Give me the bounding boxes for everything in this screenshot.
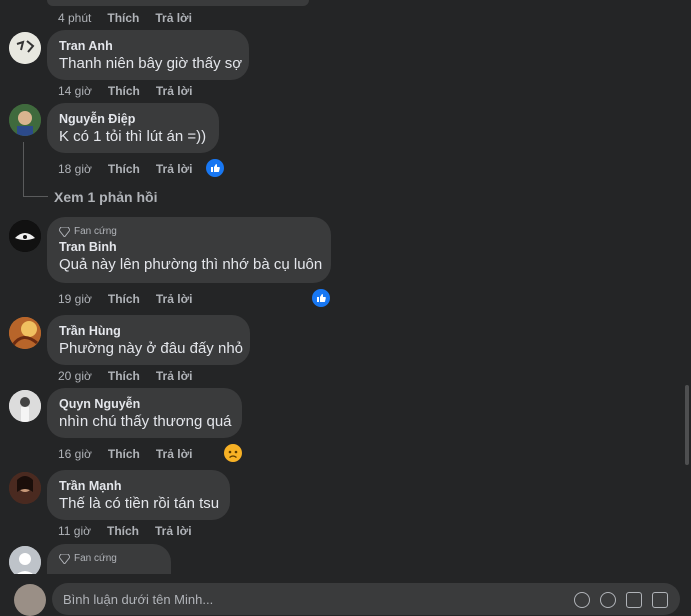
like-link[interactable]: Thích bbox=[108, 292, 140, 306]
comment-input[interactable]: Bình luận dưới tên Minh... bbox=[52, 583, 680, 615]
like-link[interactable]: Thích bbox=[108, 447, 140, 461]
reply-link[interactable]: Trả lời bbox=[156, 369, 193, 383]
sad-reaction-icon[interactable] bbox=[222, 442, 244, 464]
comment-actions: 4 phút Thích Trả lời bbox=[58, 11, 192, 25]
comment-actions: 20 giờ Thích Trả lời bbox=[58, 369, 192, 383]
comment-actions: 19 giờ Thích Trả lời bbox=[58, 292, 192, 306]
like-link[interactable]: Thích bbox=[107, 524, 139, 538]
like-reaction-icon[interactable] bbox=[310, 287, 332, 309]
like-link[interactable]: Thích bbox=[108, 84, 140, 98]
comment-bubble: Quyn Nguyễn nhìn chú thấy thương quá bbox=[47, 388, 242, 438]
fan-badge-label: Fan cứng bbox=[74, 553, 117, 564]
comment-text: Quả này lên phường thì nhớ bà cụ luôn bbox=[59, 256, 323, 273]
comment-bubble: Nguyễn Điệp K có 1 tỏi thì lút án =)) bbox=[47, 103, 219, 153]
comment-text: Thế là có tiền rồi tán tsu bbox=[59, 495, 220, 512]
sticker-icon[interactable] bbox=[652, 592, 668, 608]
view-replies-link[interactable]: Xem 1 phản hồi bbox=[54, 189, 157, 205]
avatar[interactable] bbox=[9, 472, 41, 504]
camera-icon[interactable] bbox=[600, 592, 616, 608]
comment-bubble: Fan cứng Tran Binh Quả này lên phường th… bbox=[47, 217, 331, 283]
comment-bubble: Fan cứng bbox=[47, 544, 171, 574]
avatar[interactable] bbox=[9, 32, 41, 64]
reply-link[interactable]: Trả lời bbox=[156, 447, 193, 461]
comment-bubble: Tran Anh Thanh niên bây giờ thấy sợ bbox=[47, 30, 249, 80]
comment-text: K có 1 tỏi thì lút án =)) bbox=[59, 128, 207, 145]
thread-line bbox=[23, 142, 24, 196]
fan-badge-label: Fan cứng bbox=[74, 226, 117, 237]
diamond-icon bbox=[59, 554, 70, 564]
avatar bbox=[14, 584, 46, 616]
comment-author[interactable]: Trần Hùng bbox=[59, 323, 238, 339]
thread-connector bbox=[23, 196, 48, 197]
avatar[interactable] bbox=[9, 104, 41, 136]
fan-badge: Fan cứng bbox=[59, 225, 319, 239]
comment-time[interactable]: 19 giờ bbox=[58, 292, 92, 306]
comment-author[interactable]: Tran Anh bbox=[59, 38, 237, 54]
comment-bubble bbox=[47, 0, 309, 6]
comment-author[interactable]: Trần Mạnh bbox=[59, 478, 218, 494]
comment-time[interactable]: 16 giờ bbox=[58, 447, 92, 461]
emoji-icon[interactable] bbox=[574, 592, 590, 608]
comment-text: nhìn chú thấy thương quá bbox=[59, 413, 232, 430]
comment-time[interactable]: 20 giờ bbox=[58, 369, 92, 383]
comment-time[interactable]: 18 giờ bbox=[58, 162, 92, 176]
reply-link[interactable]: Trả lời bbox=[155, 11, 192, 25]
comment-time[interactable]: 11 giờ bbox=[58, 524, 91, 538]
avatar[interactable] bbox=[9, 220, 41, 252]
composer-icons bbox=[574, 592, 668, 608]
comment-author[interactable]: Quyn Nguyễn bbox=[59, 396, 230, 412]
comment-actions: 11 giờ Thích Trả lời bbox=[58, 524, 192, 538]
comment-author[interactable]: Nguyễn Điệp bbox=[59, 111, 207, 127]
reply-link[interactable]: Trả lời bbox=[156, 292, 193, 306]
like-reaction-icon[interactable] bbox=[204, 157, 226, 179]
comment-actions: 16 giờ Thích Trả lời bbox=[58, 447, 192, 461]
comment-time[interactable]: 14 giờ bbox=[58, 84, 92, 98]
reply-link[interactable]: Trả lời bbox=[155, 524, 192, 538]
comment-author[interactable]: Tran Binh bbox=[59, 239, 319, 255]
scrollbar-thumb[interactable] bbox=[685, 385, 689, 465]
comment-bubble: Trần Mạnh Thế là có tiền rồi tán tsu bbox=[47, 470, 230, 520]
comment-actions: 18 giờ Thích Trả lời bbox=[58, 162, 192, 176]
avatar[interactable] bbox=[9, 317, 41, 349]
diamond-icon bbox=[59, 227, 70, 237]
reply-link[interactable]: Trả lời bbox=[156, 84, 193, 98]
comment-time: 4 phút bbox=[58, 11, 92, 25]
comment-input-placeholder: Bình luận dưới tên Minh... bbox=[63, 592, 214, 607]
comment-text: Thanh niên bây giờ thấy sợ bbox=[59, 55, 243, 72]
like-link[interactable]: Thích bbox=[108, 369, 140, 383]
fan-badge: Fan cứng bbox=[59, 552, 159, 566]
avatar[interactable] bbox=[9, 390, 41, 422]
like-link[interactable]: Thích bbox=[107, 11, 139, 25]
comment-actions: 14 giờ Thích Trả lời bbox=[58, 84, 192, 98]
like-link[interactable]: Thích bbox=[108, 162, 140, 176]
comment-bubble: Trần Hùng Phường này ở đâu đấy nhỏ bbox=[47, 315, 250, 365]
gif-icon[interactable] bbox=[626, 592, 642, 608]
comment-text: Phường này ở đâu đấy nhỏ bbox=[59, 340, 244, 357]
reply-link[interactable]: Trả lời bbox=[156, 162, 193, 176]
